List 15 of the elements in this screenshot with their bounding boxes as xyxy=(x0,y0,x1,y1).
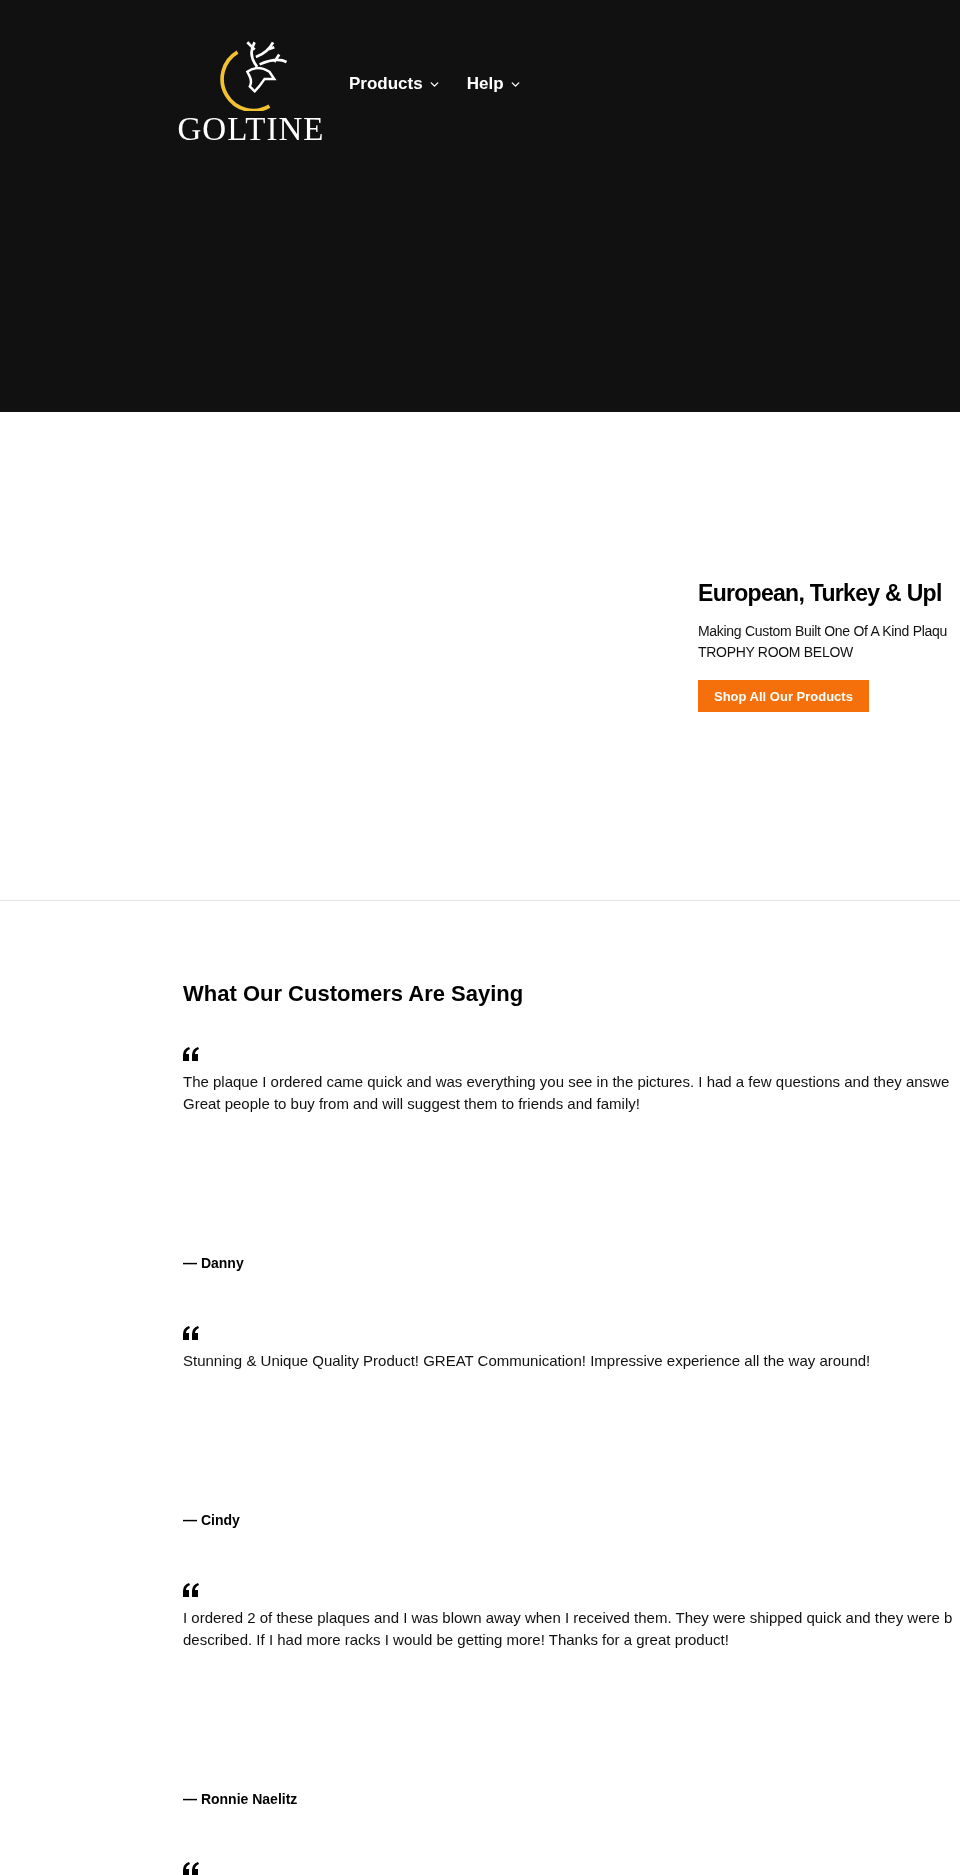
testimonial-author: — Cindy xyxy=(183,1512,241,1528)
testimonial-text: I ordered 2 of these plaques and I was blown away when I received them. They were shipped quick and they were b xyxy=(183,1608,954,1628)
hero-title: European, Turkey & Upl xyxy=(698,580,942,607)
nav-link[interactable]: Products xyxy=(349,74,441,94)
testimonial-text: The plaque I ordered came quick and was everything you see in the pictures. I had a few questions and they answe xyxy=(183,1072,951,1092)
testimonial-text: Great people to buy from and will suggest them to friends and family! xyxy=(183,1094,641,1114)
testimonial-author: — Ronnie Naelitz xyxy=(183,1791,299,1807)
testimonial-author: — Danny xyxy=(183,1255,245,1271)
hero-subtitle: Making Custom Built One Of A Kind Plaqu xyxy=(698,622,947,641)
section-title: What Our Customers Are Saying xyxy=(183,981,525,1007)
testimonial-text: described. If I had more racks I would be getting more! Thanks for a great product! xyxy=(183,1630,730,1650)
logo-text[interactable]: GOLTINE xyxy=(177,113,325,146)
nav-link[interactable]: Help xyxy=(466,74,522,94)
hero-subtitle: TROPHY ROOM BELOW xyxy=(698,643,853,662)
testimonial-text: Stunning & Unique Quality Product! GREAT Communication! Impressive experience all the way around! xyxy=(183,1351,872,1371)
